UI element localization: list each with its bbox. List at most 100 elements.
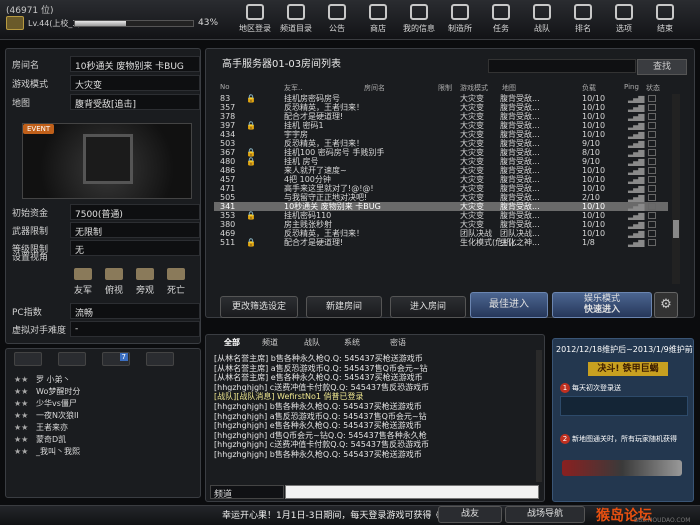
room-map: 腹背受敌...	[500, 193, 540, 202]
view-option[interactable]: 死亡	[161, 268, 191, 296]
list-tab[interactable]	[146, 352, 174, 366]
menu-ranking[interactable]: 排名	[563, 2, 603, 38]
room-status-icon	[648, 113, 656, 120]
room-list-scroll-thumb[interactable]	[673, 220, 679, 238]
room-search-input[interactable]	[488, 59, 636, 73]
create-room-button[interactable]: 新建房间	[306, 296, 382, 318]
room-row[interactable]: 378 配合才是硬道理! 大灾变 腹背受敌... 10/10 ▂▄▆	[214, 112, 668, 121]
room-name: 房主贱张秒射	[284, 220, 332, 229]
menu-label: 选项	[616, 24, 632, 33]
room-load: 2/10	[582, 193, 600, 202]
friend-item[interactable]: ★★ 一夜N次狼II	[14, 410, 182, 422]
room-load: 10/10	[582, 130, 606, 139]
rank-badge-icon	[6, 16, 24, 30]
info-key: 武器限制	[12, 227, 49, 237]
menu-label: 地区登录	[239, 24, 271, 33]
clan-tab[interactable]: 7	[102, 352, 130, 366]
menu-power[interactable]: 结束	[645, 2, 685, 38]
room-map: 腹背受敌...	[500, 112, 540, 121]
room-row[interactable]: 505 与我留守正正地对决吧! 大灾变 腹背受敌... 2/10 ▂▄▆	[214, 193, 668, 202]
room-name: 4把 100分钟	[284, 175, 331, 184]
room-row[interactable]: 83 🔒 挂机房密码房号 大灾变 腹背受敌... 10/10 ▂▄▆	[214, 94, 668, 103]
menu-login[interactable]: 地区登录	[235, 2, 275, 38]
room-status-icon	[648, 239, 656, 246]
menu-announcement[interactable]: 公告	[317, 2, 357, 38]
column-header[interactable]: 友军..	[284, 83, 302, 93]
room-row[interactable]: 341 10秒通关 废物别来 卡BUG 大灾变 腹背受敌... 10/10 ▂▄▆	[214, 202, 668, 211]
friend-name: Wo梦醒时分	[36, 387, 81, 396]
chat-tab[interactable]: 系统	[334, 336, 370, 350]
friends-badge: 7	[119, 353, 128, 361]
room-name: 配合才是硬道理!	[284, 238, 344, 247]
chat-scrollbar[interactable]	[536, 350, 542, 482]
chat-tab[interactable]: 全部	[214, 336, 250, 350]
room-settings-gear-icon[interactable]: ⚙	[654, 292, 678, 318]
view-option[interactable]: 俯视	[99, 268, 129, 296]
menu-settings[interactable]: 选项	[604, 2, 644, 38]
room-row[interactable]: 357 反恐精英，王者归来！ 大灾变 腹背受敌... 10/10 ▂▄▆	[214, 103, 668, 112]
quick-join-button[interactable]: 最佳进入	[470, 292, 548, 318]
friend-item[interactable]: ★★ 少华vs僵尸	[14, 398, 182, 410]
menu-factory[interactable]: 制造所	[440, 2, 480, 38]
menu-clan[interactable]: 战队	[522, 2, 562, 38]
fun-mode-quick-join-button[interactable]: 娱乐模式 快速进入	[552, 292, 652, 318]
view-option[interactable]: 友军	[68, 268, 98, 296]
room-row[interactable]: 503 反恐精英，王者归来！ 大灾变 腹背受敌... 9/10 ▂▄▆	[214, 139, 668, 148]
lock-icon: 🔒	[246, 94, 256, 103]
room-row[interactable]: 367 🔒 挂机100 密码房号 手贱别手 大灾变 腹背受敌... 8/10 ▂▄▆	[214, 148, 668, 157]
group-tab[interactable]	[58, 352, 86, 366]
view-option[interactable]: 旁观	[130, 268, 160, 296]
friends-tab[interactable]	[14, 352, 42, 366]
column-header[interactable]: 限制	[438, 83, 452, 93]
menu-channel[interactable]: 频道目录	[276, 2, 316, 38]
filter-settings-button[interactable]: 更改筛选设定	[220, 296, 298, 318]
room-list-scrollbar[interactable]	[672, 94, 680, 284]
clan-icon	[533, 4, 551, 20]
room-row[interactable]: 469 反恐精英，王者归来！ 团队决战 团队决战... 10/10 ▂▄▆	[214, 229, 668, 238]
room-mode: 大灾变	[460, 166, 484, 175]
column-header[interactable]: 负载	[582, 83, 596, 93]
friend-item[interactable]: ★★ Wo梦醒时分	[14, 386, 182, 398]
room-name: 配合才是硬道理!	[284, 112, 344, 121]
menu-mission[interactable]: 任务	[481, 2, 521, 38]
room-row[interactable]: 511 🔒 配合才是硬道理! 生化模式(危机)... 生化之神... 1/8 ▂▄▆	[214, 238, 668, 247]
lock-icon: 🔒	[246, 238, 256, 247]
room-search-button[interactable]: 查找	[637, 59, 687, 75]
info-value: -	[70, 321, 200, 337]
friend-item[interactable]: ★★ _我叫丶我熙	[14, 446, 182, 458]
room-row[interactable]: 457 4把 100分钟 大灾变 腹背受敌... 10/10 ▂▄▆	[214, 175, 668, 184]
chat-channel-select[interactable]: 频道	[210, 485, 284, 500]
friend-item[interactable]: ★★ 王者来亦	[14, 422, 182, 434]
comrade-button[interactable]: 战友	[438, 506, 502, 523]
column-header[interactable]: 游戏模式	[460, 83, 488, 93]
room-name: 挂机 密码1	[284, 121, 324, 130]
room-row[interactable]: 471 高手来这里就对了!@!@! 大灾变 腹背受敌... 10/10 ▂▄▆	[214, 184, 668, 193]
enter-room-button[interactable]: 进入房间	[390, 296, 466, 318]
rank-icon: ★★	[14, 435, 29, 444]
menu-profile[interactable]: 我的信息	[399, 2, 439, 38]
room-name: 挂机100 密码房号 手贱别手	[284, 148, 385, 157]
room-load: 10/10	[582, 121, 606, 130]
menu-shop[interactable]: 商店	[358, 2, 398, 38]
room-row[interactable]: 434 宇宇房 大灾变 腹背受敌... 10/10 ▂▄▆	[214, 130, 668, 139]
friend-item[interactable]: ★★ 罗 小弟丶	[14, 374, 182, 386]
chat-tab[interactable]: 密语	[380, 336, 416, 350]
chat-log: [从林名誉主席] b售各种永久枪Q.Q: 545437买枪送游戏币 [从林名誉主席…	[214, 354, 536, 484]
friend-name: 蒙奇D凯	[36, 435, 67, 444]
column-header[interactable]: Ping	[624, 83, 639, 91]
room-row[interactable]: 380 房主贱张秒射 大灾变 腹背受敌... 10/10 ▂▄▆	[214, 220, 668, 229]
chat-tab[interactable]: 战队	[294, 336, 330, 350]
room-status-icon	[648, 230, 656, 237]
room-row[interactable]: 397 🔒 挂机 密码1 大灾变 腹背受敌... 10/10 ▂▄▆	[214, 121, 668, 130]
chat-input[interactable]	[285, 485, 539, 499]
column-header[interactable]: 房间名	[364, 83, 385, 93]
room-row[interactable]: 353 🔒 挂机密码110 大灾变 腹背受敌... 10/10 ▂▄▆	[214, 211, 668, 220]
battlefield-nav-button[interactable]: 战场导航	[505, 506, 585, 523]
column-header[interactable]: No	[220, 83, 230, 91]
chat-tab[interactable]: 频道	[252, 336, 288, 350]
room-row[interactable]: 486 来人就开了速度~ 大灾变 腹背受敌... 10/10 ▂▄▆	[214, 166, 668, 175]
room-row[interactable]: 480 🔒 挂机 房号 大灾变 腹背受敌... 9/10 ▂▄▆	[214, 157, 668, 166]
friend-item[interactable]: ★★ 蒙奇D凯	[14, 434, 182, 446]
column-header[interactable]: 地图	[502, 83, 516, 93]
column-header[interactable]: 状态	[646, 83, 660, 93]
